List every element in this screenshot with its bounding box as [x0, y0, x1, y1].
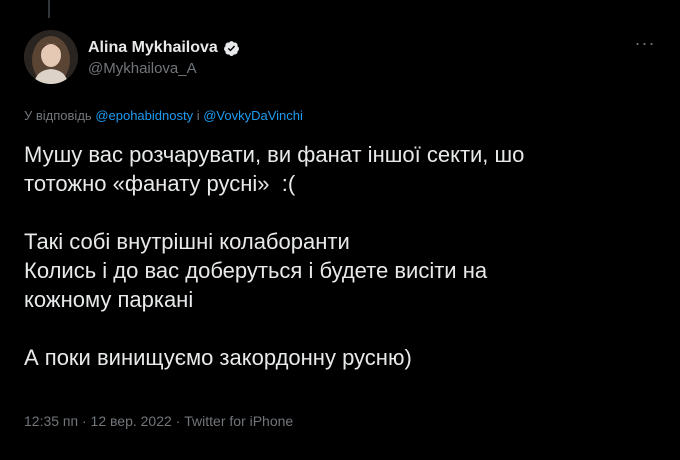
tweet-text-line: Такі собі внутрішні колаборанти — [24, 229, 350, 254]
tweet-header: Alina Mykhailova @Mykhailova_A ··· — [24, 30, 660, 90]
tweet-time[interactable]: 12:35 пп — [24, 413, 78, 429]
tweet-date[interactable]: 12 вер. 2022 — [91, 413, 172, 429]
reply-mention-link[interactable]: @epohabidnosty — [95, 108, 193, 123]
tweet-source: Twitter for iPhone — [184, 413, 294, 429]
avatar-image — [24, 30, 78, 84]
meta-separator: · — [175, 413, 181, 429]
avatar[interactable] — [24, 30, 78, 84]
tweet-text-line: А поки винищуємо закордонну русню) — [24, 345, 412, 370]
author-handle[interactable]: @Mykhailova_A — [88, 60, 240, 77]
tweet-text-line: тотожно «фанату русні» :( — [24, 171, 296, 196]
reply-joiner: і — [196, 108, 200, 123]
author-names: Alina Mykhailova @Mykhailova_A — [88, 39, 240, 77]
author-display-name[interactable]: Alina Mykhailova — [88, 39, 218, 57]
reply-context: У відповідь @epohabidnosty і @VovkyDaVin… — [24, 108, 303, 123]
more-options-button[interactable]: ··· — [630, 33, 660, 56]
tweet-text-line: Колись і до вас доберуться і будете висі… — [24, 258, 488, 283]
more-horizontal-icon: ··· — [634, 33, 656, 53]
tweet-text-line: Мушу вас розчарувати, ви фанат іншої сек… — [24, 142, 525, 167]
tweet-text-line: кожному паркані — [24, 287, 194, 312]
display-name-row: Alina Mykhailova — [88, 39, 240, 57]
meta-separator: · — [81, 413, 87, 429]
verified-badge-icon — [223, 40, 240, 57]
tweet-text: Мушу вас розчарувати, ви фанат іншої сек… — [24, 140, 664, 372]
reply-mention-link[interactable]: @VovkyDaVinchi — [203, 108, 303, 123]
tweet-meta: 12:35 пп · 12 вер. 2022 · Twitter for iP… — [24, 413, 293, 429]
reply-prefix: У відповідь — [24, 108, 92, 123]
thread-connector-line — [48, 0, 50, 18]
